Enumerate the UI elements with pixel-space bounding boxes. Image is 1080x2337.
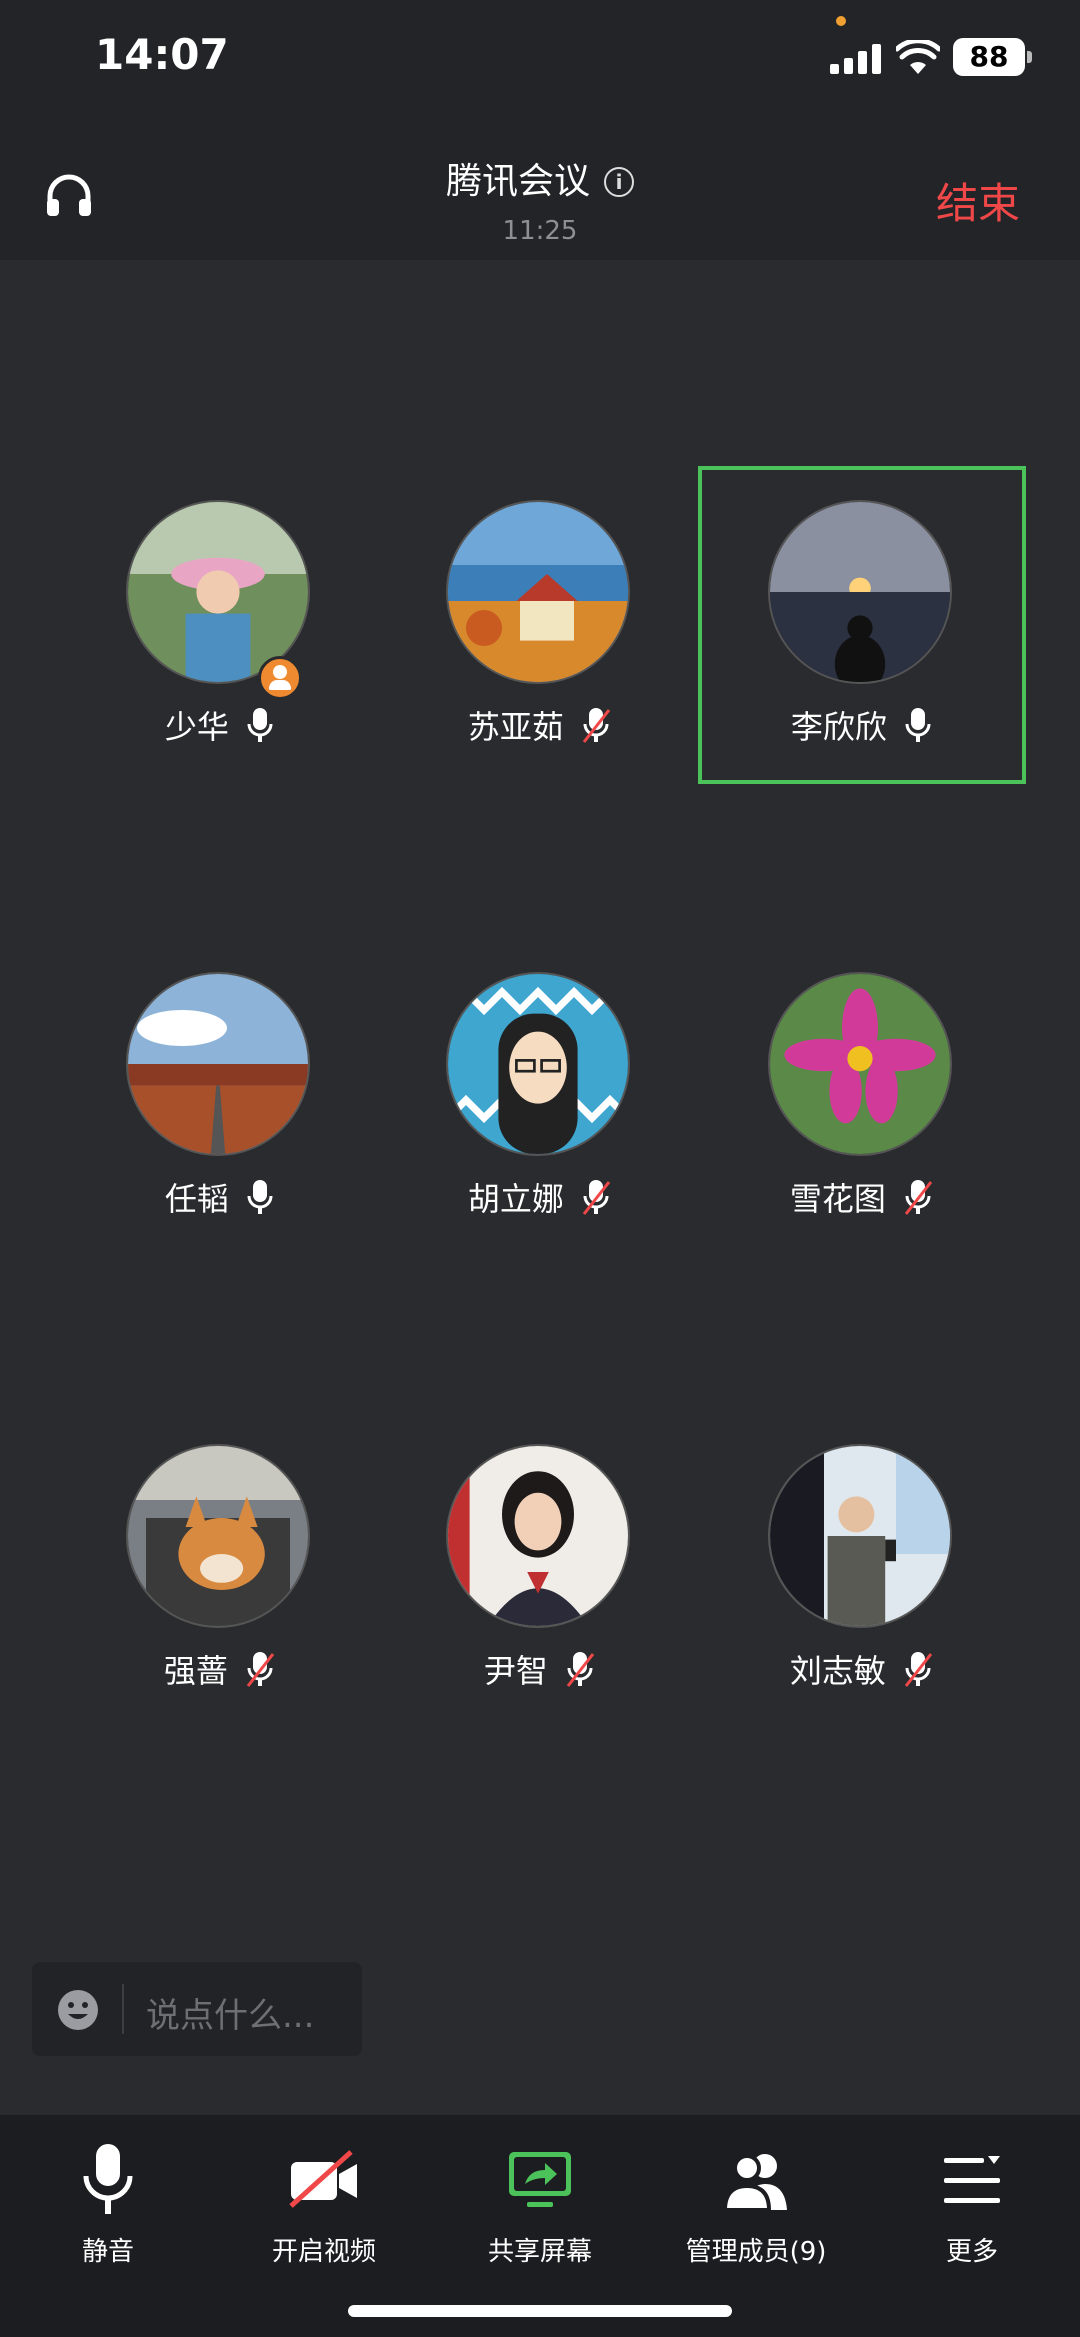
bottom-toolbar: 静音 开启视频 共享屏幕 管理成员(9) 更多 [0,2115,1080,2337]
info-icon[interactable]: i [604,167,634,197]
member-name: 刘志敏 [789,1652,886,1690]
mute-label: 静音 [81,2237,134,2267]
member-name-row: 任韬 [60,1174,380,1220]
member-name: 胡立娜 [467,1180,564,1218]
home-indicator[interactable] [348,2305,732,2317]
mute-button[interactable]: 静音 [0,2135,216,2268]
member-name-row: 胡立娜 [380,1174,700,1220]
members-icon [722,2154,787,2212]
mic-on-icon [247,708,273,742]
meeting-duration: 11:25 [502,216,578,246]
share-screen-button[interactable]: 共享屏幕 [432,2135,648,2268]
member-tile[interactable]: 强蔷 [60,1414,380,1724]
member-name: 任韬 [164,1180,229,1218]
avatar [446,1444,630,1628]
chat-input[interactable]: 说点什么... [32,1962,362,2056]
meeting-header: 腾讯会议 i 11:25 结束 [0,120,1080,260]
more-label: 更多 [945,2237,998,2267]
host-badge-icon [258,656,302,700]
member-name: 李欣欣 [790,708,887,746]
member-tile[interactable]: 尹智 [380,1414,700,1724]
member-tile[interactable]: 胡立娜 [380,942,700,1252]
microphone-icon [83,2144,133,2214]
status-time: 14:07 [95,30,229,79]
member-tile[interactable]: 刘志敏 [702,1414,1022,1724]
member-name-row: 少华 [60,702,380,748]
more-menu-icon [944,2156,1000,2203]
avatar [768,972,952,1156]
member-name: 少华 [164,708,229,746]
chat-divider [122,1984,124,2034]
share-label: 共享屏幕 [487,2237,592,2267]
avatar [126,972,310,1156]
member-name: 尹智 [483,1652,548,1690]
member-name: 苏亚茹 [467,708,564,746]
mic-muted-icon [246,1652,275,1687]
end-meeting-button[interactable]: 结束 [936,170,1020,231]
wifi-icon [896,40,940,74]
share-screen-icon [509,2152,571,2207]
mic-muted-icon [582,1180,611,1215]
member-tile[interactable]: 少华 [60,470,380,780]
start-video-button[interactable]: 开启视频 [216,2135,432,2268]
member-tile[interactable]: 苏亚茹 [380,470,700,780]
member-name: 强蔷 [163,1652,228,1690]
mic-muted-icon [582,708,611,743]
avatar [768,500,952,684]
cellular-signal-icon [830,44,882,74]
member-name-row: 尹智 [380,1646,700,1692]
recording-dot-icon [836,16,846,26]
more-button[interactable]: 更多 [864,2135,1080,2268]
avatar [768,1444,952,1628]
avatar [446,972,630,1156]
mic-on-icon [905,708,931,742]
battery-indicator: 88 [953,38,1032,76]
meeting-title: 腾讯会议 [445,161,590,202]
member-name: 雪花图 [789,1180,886,1218]
avatar [126,1444,310,1628]
mic-muted-icon [566,1652,595,1687]
member-tile[interactable]: 任韬 [60,942,380,1252]
meeting-title-group[interactable]: 腾讯会议 i [0,152,1080,204]
video-label: 开启视频 [271,2237,376,2267]
manage-members-button[interactable]: 管理成员(9) [648,2135,864,2268]
chat-placeholder: 说点什么... [146,1996,315,2036]
status-bar: 14:07 88 [0,0,1080,120]
mic-muted-icon [904,1180,933,1215]
video-off-icon [289,2150,357,2208]
avatar [446,500,630,684]
emoji-icon[interactable] [56,1988,100,2032]
member-name-row: 李欣欣 [702,702,1022,748]
member-name-row: 强蔷 [60,1646,380,1692]
members-label: 管理成员(9) [685,2237,827,2267]
member-grid: 少华 苏亚茹 李欣欣 任韬 胡立娜 雪花图 强蔷 尹智 刘志敏 [0,260,1080,2110]
member-name-row: 刘志敏 [702,1646,1022,1692]
member-name-row: 雪花图 [702,1174,1022,1220]
member-tile[interactable]: 雪花图 [702,942,1022,1252]
mic-on-icon [247,1180,273,1214]
mic-muted-icon [904,1652,933,1687]
member-name-row: 苏亚茹 [380,702,700,748]
member-tile-speaking[interactable]: 李欣欣 [698,466,1026,784]
